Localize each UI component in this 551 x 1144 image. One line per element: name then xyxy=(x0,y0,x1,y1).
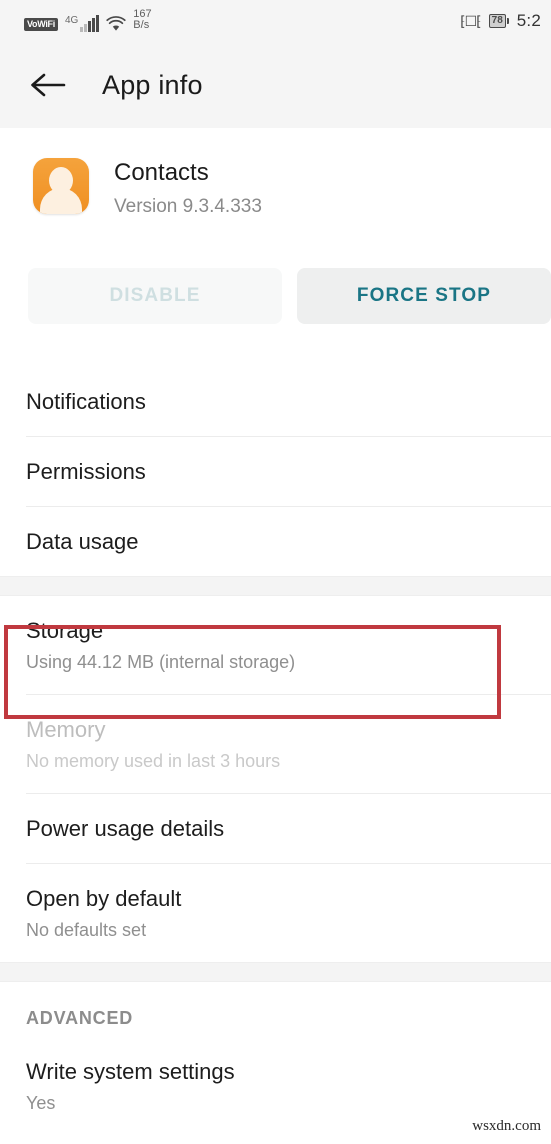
list-item-subtitle: Yes xyxy=(26,1093,56,1113)
status-bar-right: ⁅☐⁅ 78 5:2 xyxy=(460,11,541,31)
status-bar-left: VoWiFi 4G 167 B/s xyxy=(24,8,152,34)
vowifi-icon: VoWiFi xyxy=(24,18,58,31)
back-arrow-icon[interactable] xyxy=(28,71,68,99)
list-item-title: Data usage xyxy=(26,529,139,554)
list-item-title: Permissions xyxy=(26,459,146,484)
force-stop-button[interactable]: FORCE STOP xyxy=(297,268,551,324)
list-item-permissions[interactable]: Permissions xyxy=(0,437,551,507)
section-header-advanced: ADVANCED xyxy=(26,1008,134,1028)
status-bar: VoWiFi 4G 167 B/s ⁅☐⁅ 78 5:2 xyxy=(0,0,551,42)
battery-level-label: 78 xyxy=(488,14,506,28)
network-speed-unit: B/s xyxy=(133,19,150,31)
list-item-memory: Memory No memory used in last 3 hours xyxy=(0,695,551,794)
app-meta: Contacts Version 9.3.4.333 xyxy=(114,158,262,222)
list-item-notifications[interactable]: Notifications xyxy=(0,367,551,437)
action-buttons: DISABLE FORCE STOP xyxy=(0,222,551,324)
list-item-subtitle: No defaults set xyxy=(26,920,147,940)
list-item-data-usage[interactable]: Data usage xyxy=(0,507,551,576)
list-item-title: Notifications xyxy=(26,389,146,414)
network-type-label: 4G xyxy=(64,15,79,26)
section-separator-advanced xyxy=(0,962,551,982)
app-info-screen: VoWiFi 4G 167 B/s ⁅☐⁅ 78 5:2 App info Co… xyxy=(0,0,551,1144)
settings-list: Notifications Permissions Data usage Sto… xyxy=(0,367,551,1135)
clock: 5:2 xyxy=(516,11,541,30)
app-bar: App info xyxy=(0,42,551,128)
contacts-app-icon xyxy=(33,158,89,214)
network-speed: 167 B/s xyxy=(133,9,151,31)
list-item-open-by-default[interactable]: Open by default No defaults set xyxy=(0,864,551,962)
list-item-subtitle: Using 44.12 MB (internal storage) xyxy=(26,652,296,672)
list-item-title: Write system settings xyxy=(26,1059,235,1084)
vibrate-icon: ⁅☐⁅ xyxy=(460,12,482,29)
app-version: Version 9.3.4.333 xyxy=(114,196,262,217)
battery-cap xyxy=(506,18,509,24)
list-item-title: Memory xyxy=(26,717,106,742)
list-item-subtitle: No memory used in last 3 hours xyxy=(26,751,281,771)
app-header: Contacts Version 9.3.4.333 xyxy=(0,128,551,222)
watermark: wsxdn.com xyxy=(472,1118,541,1134)
page-title: App info xyxy=(102,69,203,100)
wifi-icon xyxy=(106,16,126,32)
avatar-body xyxy=(40,188,82,214)
list-item-storage[interactable]: Storage Using 44.12 MB (internal storage… xyxy=(0,596,551,695)
list-item-power-usage-details[interactable]: Power usage details xyxy=(0,794,551,864)
section-separator xyxy=(0,576,551,596)
list-item-title: Power usage details xyxy=(26,816,225,841)
signal-icon: 4G xyxy=(64,15,100,32)
disable-button[interactable]: DISABLE xyxy=(28,268,282,324)
app-name: Contacts xyxy=(114,159,209,186)
battery-icon: 78 xyxy=(488,14,509,28)
list-item-write-system-settings[interactable]: Write system settings Yes xyxy=(0,1037,551,1135)
list-item-title: Storage xyxy=(26,618,104,643)
list-item-title: Open by default xyxy=(26,886,182,911)
